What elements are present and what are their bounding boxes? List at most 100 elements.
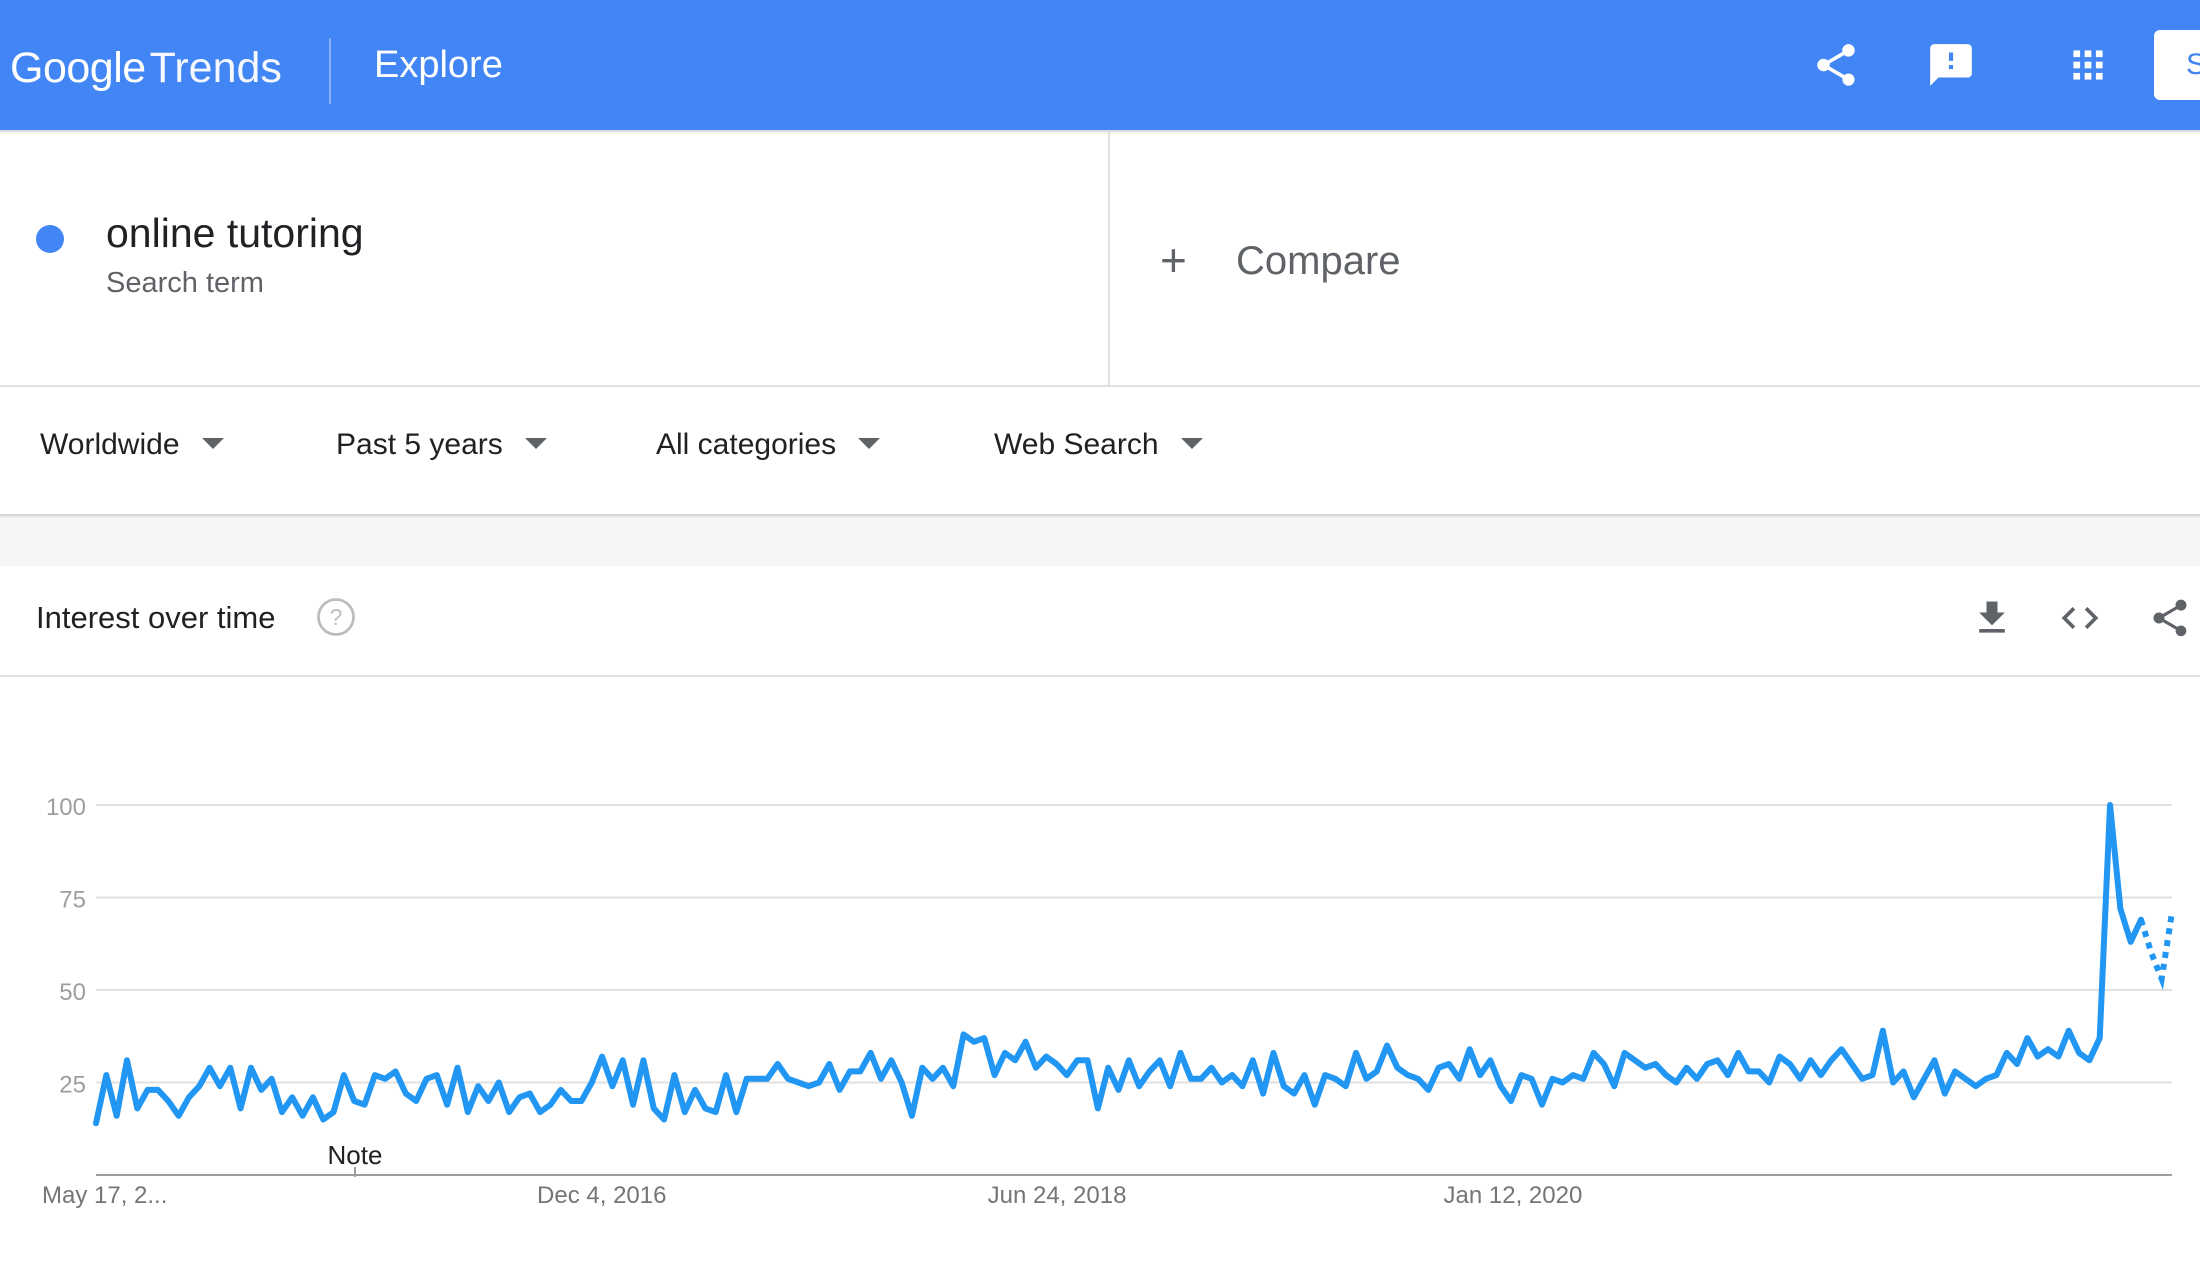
data-point[interactable] (1622, 1050, 1628, 1056)
data-point[interactable] (1890, 1080, 1896, 1086)
data-point[interactable] (465, 1109, 471, 1115)
data-point[interactable] (919, 1065, 925, 1071)
data-point[interactable] (403, 1091, 409, 1097)
data-point[interactable] (1601, 1061, 1607, 1067)
data-point[interactable] (217, 1083, 223, 1089)
data-point[interactable] (1487, 1057, 1493, 1063)
category-filter[interactable]: All categories (656, 428, 881, 472)
data-point[interactable] (816, 1080, 822, 1086)
data-point[interactable] (1942, 1091, 1948, 1097)
data-point[interactable] (1684, 1065, 1690, 1071)
data-point[interactable] (124, 1057, 130, 1063)
data-point[interactable] (2169, 909, 2175, 915)
time-range-filter[interactable]: Past 5 years (336, 428, 547, 472)
data-point[interactable] (341, 1072, 347, 1078)
data-point[interactable] (289, 1094, 295, 1100)
data-point[interactable] (702, 1105, 708, 1111)
chart-share-icon[interactable] (2148, 596, 2192, 640)
data-point[interactable] (269, 1076, 275, 1082)
data-point[interactable] (713, 1109, 719, 1115)
data-point[interactable] (1157, 1057, 1163, 1063)
data-point[interactable] (1291, 1091, 1297, 1097)
data-point[interactable] (1498, 1083, 1504, 1089)
data-point[interactable] (454, 1065, 460, 1071)
data-point[interactable] (527, 1091, 533, 1097)
data-point[interactable] (1560, 1080, 1566, 1086)
data-point[interactable] (1177, 1050, 1183, 1056)
data-point[interactable] (134, 1105, 140, 1111)
data-point[interactable] (2066, 1028, 2072, 1034)
data-point[interactable] (1198, 1076, 1204, 1082)
data-point[interactable] (1818, 1072, 1824, 1078)
data-point[interactable] (2107, 802, 2113, 808)
data-point[interactable] (826, 1061, 832, 1067)
data-point[interactable] (661, 1117, 667, 1123)
data-point[interactable] (868, 1050, 874, 1056)
data-point[interactable] (1064, 1072, 1070, 1078)
data-point[interactable] (1694, 1076, 1700, 1082)
data-point[interactable] (2055, 1054, 2061, 1060)
share-icon[interactable] (1811, 40, 1861, 90)
data-point[interactable] (547, 1102, 553, 1108)
data-point[interactable] (795, 1080, 801, 1086)
data-point[interactable] (1239, 1083, 1245, 1089)
data-point[interactable] (1126, 1057, 1132, 1063)
data-point[interactable] (1570, 1072, 1576, 1078)
data-point[interactable] (1374, 1068, 1380, 1074)
data-point[interactable] (1188, 1076, 1194, 1082)
partial-data-line[interactable] (2138, 911, 2175, 991)
data-point[interactable] (1477, 1072, 1483, 1078)
search-term-name[interactable]: online tutoring (106, 210, 364, 257)
data-point[interactable] (909, 1113, 915, 1119)
data-point[interactable] (1642, 1065, 1648, 1071)
data-point[interactable] (2138, 917, 2144, 923)
data-point[interactable] (1611, 1083, 1617, 1089)
data-point[interactable] (475, 1083, 481, 1089)
data-point[interactable] (857, 1068, 863, 1074)
data-point[interactable] (1673, 1080, 1679, 1086)
data-point[interactable] (1900, 1068, 1906, 1074)
data-point[interactable] (599, 1054, 605, 1060)
data-point[interactable] (103, 1072, 109, 1078)
data-point[interactable] (2148, 950, 2154, 956)
data-point[interactable] (764, 1076, 770, 1082)
data-point[interactable] (1529, 1076, 1535, 1082)
data-point[interactable] (1787, 1061, 1793, 1067)
data-point[interactable] (785, 1076, 791, 1082)
data-point[interactable] (1353, 1050, 1359, 1056)
search-term-panel[interactable] (0, 130, 1108, 385)
data-point[interactable] (837, 1087, 843, 1093)
data-point[interactable] (1663, 1072, 1669, 1078)
data-point[interactable] (1043, 1054, 1049, 1060)
data-point[interactable] (1229, 1072, 1235, 1078)
data-point[interactable] (1715, 1057, 1721, 1063)
data-point[interactable] (992, 1072, 998, 1078)
data-point[interactable] (961, 1031, 967, 1037)
data-point[interactable] (1343, 1083, 1349, 1089)
data-point[interactable] (744, 1076, 750, 1082)
data-point[interactable] (899, 1080, 905, 1086)
data-point[interactable] (1756, 1068, 1762, 1074)
data-point[interactable] (1384, 1043, 1390, 1049)
data-point[interactable] (568, 1098, 574, 1104)
data-point[interactable] (723, 1072, 729, 1078)
data-point[interactable] (1281, 1083, 1287, 1089)
data-point[interactable] (372, 1072, 378, 1078)
data-point[interactable] (2004, 1050, 2010, 1056)
data-point[interactable] (733, 1109, 739, 1115)
data-point[interactable] (2035, 1054, 2041, 1060)
data-point[interactable] (382, 1076, 388, 1082)
data-point[interactable] (320, 1117, 326, 1123)
data-point[interactable] (393, 1068, 399, 1074)
data-point[interactable] (1921, 1076, 1927, 1082)
data-point[interactable] (1777, 1054, 1783, 1060)
data-point[interactable] (1146, 1068, 1152, 1074)
data-point[interactable] (971, 1039, 977, 1045)
data-point[interactable] (1033, 1065, 1039, 1071)
data-point[interactable] (950, 1083, 956, 1089)
data-point[interactable] (1508, 1098, 1514, 1104)
data-point[interactable] (2045, 1046, 2051, 1052)
data-point[interactable] (1931, 1057, 1937, 1063)
data-point[interactable] (1962, 1076, 1968, 1082)
feedback-icon[interactable] (1926, 40, 1976, 90)
